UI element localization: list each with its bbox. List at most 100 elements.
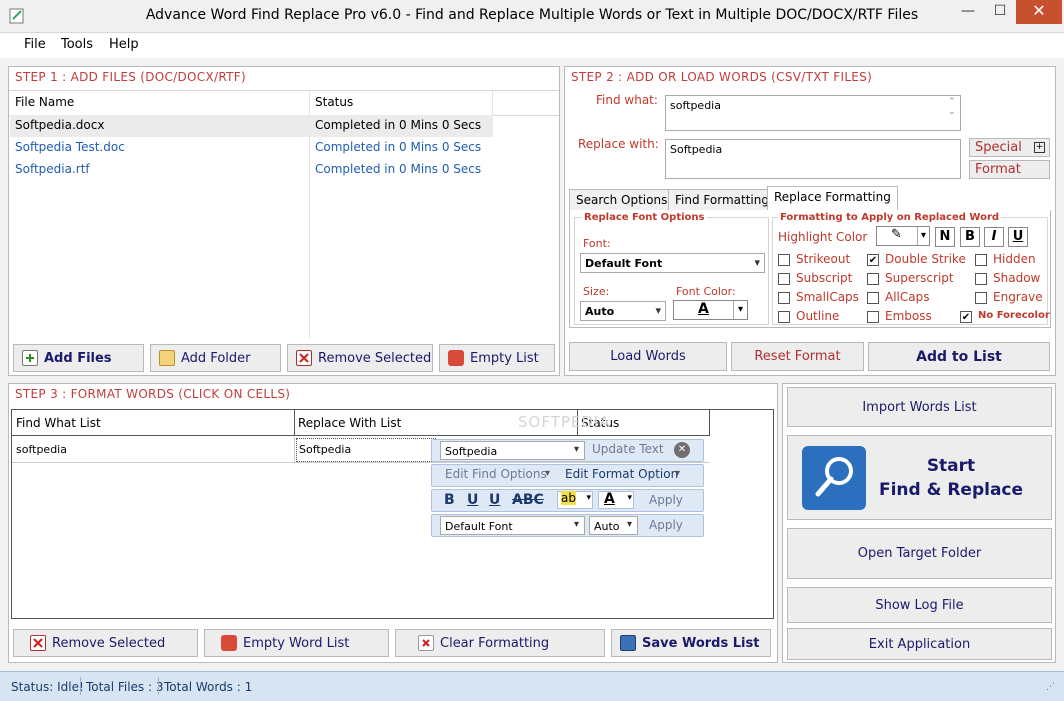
remove-selected-files-button[interactable]: Remove Selected	[287, 344, 433, 372]
empty-list-label: Empty List	[470, 350, 539, 366]
col-replace-with-list[interactable]: Replace With List	[298, 416, 401, 430]
font-color-label: Font Color:	[676, 285, 736, 298]
dropdown-icon[interactable]: ▾	[545, 468, 550, 479]
col-file-name[interactable]: File Name	[15, 95, 74, 109]
add-to-list-button[interactable]: Add to List	[868, 342, 1050, 371]
highlight-picker[interactable]: ✎ ▾	[876, 226, 930, 246]
clear-formatting-button[interactable]: Clear Formatting	[395, 629, 605, 657]
add-folder-button[interactable]: Add Folder	[150, 344, 281, 372]
status-divider	[80, 677, 81, 695]
smallcaps-checkbox[interactable]	[778, 292, 790, 304]
load-words-button[interactable]: Load Words	[569, 342, 727, 371]
editor-font-select[interactable]: Default Font	[440, 516, 585, 535]
tab-replace-formatting[interactable]: Replace Formatting	[767, 186, 898, 211]
strikeout-label: Strikeout	[796, 252, 851, 266]
font-select[interactable]: Default Font	[580, 253, 765, 273]
file-name-cell[interactable]: Softpedia Test.doc	[15, 140, 125, 154]
underline-button[interactable]: U	[1008, 227, 1028, 247]
add-folder-label: Add Folder	[181, 350, 251, 366]
remove-icon	[296, 350, 312, 366]
subscript-checkbox[interactable]	[778, 273, 790, 285]
start-label: Start Find & Replace	[876, 454, 1026, 502]
bold-button[interactable]: B	[960, 227, 980, 247]
editor-underline-button[interactable]: U	[467, 492, 478, 508]
file-status-cell: Completed in 0 Mins 0 Secs	[315, 162, 482, 176]
resize-grip-icon[interactable]: ⋰	[1046, 682, 1055, 692]
file-name-cell[interactable]: Softpedia.rtf	[15, 162, 90, 176]
apply-font-button[interactable]: Apply	[649, 518, 683, 532]
file-name-cell[interactable]: Softpedia.docx	[15, 118, 104, 132]
close-button[interactable]: ✕	[1016, 0, 1062, 24]
cancel-icon[interactable]: ✕	[674, 442, 690, 458]
editor-underline-alt-button[interactable]: U	[489, 492, 500, 508]
reset-format-button[interactable]: Reset Format	[731, 342, 864, 371]
exit-application-button[interactable]: Exit Application	[787, 628, 1052, 660]
replace-with-input[interactable]: Softpedia	[665, 139, 961, 179]
show-log-file-button[interactable]: Show Log File	[787, 587, 1052, 623]
highlight-label: Highlight Color	[778, 230, 868, 244]
hidden-checkbox[interactable]	[975, 254, 987, 266]
word-find-cell[interactable]: softpedia	[16, 443, 67, 456]
start-line1: Start	[926, 455, 976, 476]
status-text: Status: Idle!	[11, 680, 84, 694]
total-files: Total Files : 3	[86, 680, 164, 694]
save-words-list-button[interactable]: Save Words List	[611, 629, 771, 657]
edit-find-options-button[interactable]: Edit Find Options	[445, 467, 547, 481]
shadow-checkbox[interactable]	[975, 273, 987, 285]
font-color-a-icon: A	[698, 301, 709, 317]
strikeout-checkbox[interactable]	[778, 254, 790, 266]
engrave-label: Engrave	[993, 290, 1043, 304]
editor-font-color-picker[interactable]: A ▾	[598, 491, 634, 509]
dropdown-icon: ▾	[627, 493, 632, 503]
emboss-label: Emboss	[885, 309, 932, 323]
outline-checkbox[interactable]	[778, 311, 790, 323]
scroll-arrows[interactable]: ⌃ ⌄	[948, 97, 956, 117]
double-strike-label: Double Strike	[885, 252, 966, 266]
minimize-button[interactable]: —	[954, 0, 982, 24]
format-button[interactable]: Format	[969, 160, 1050, 179]
special-button[interactable]: Special +	[969, 138, 1050, 157]
menu-tools[interactable]: Tools	[61, 37, 93, 52]
add-files-button[interactable]: Add Files	[13, 344, 144, 372]
edit-format-option-button[interactable]: Edit Format Option	[565, 467, 678, 481]
editor-text-input[interactable]: Softpedia	[440, 441, 585, 460]
editor-bold-button[interactable]: B	[444, 492, 455, 508]
dropdown-icon[interactable]: ▾	[627, 519, 632, 530]
find-what-input[interactable]: softpedia	[665, 95, 961, 131]
subscript-label: Subscript	[796, 271, 853, 285]
engrave-checkbox[interactable]	[975, 292, 987, 304]
import-words-list-button[interactable]: Import Words List	[787, 387, 1052, 427]
open-target-folder-button[interactable]: Open Target Folder	[787, 528, 1052, 579]
tab-find-formatting[interactable]: Find Formatting	[668, 189, 776, 211]
empty-list-button[interactable]: Empty List	[439, 344, 555, 372]
emboss-checkbox[interactable]	[867, 311, 879, 323]
superscript-checkbox[interactable]	[867, 273, 879, 285]
start-find-replace-button[interactable]: Start Find & Replace	[787, 435, 1052, 520]
empty-word-list-button[interactable]: Empty Word List	[204, 629, 389, 657]
col-find-what-list[interactable]: Find What List	[16, 416, 101, 430]
editor-highlight-picker[interactable]: ab ▾	[557, 491, 593, 509]
size-select[interactable]: Auto	[580, 301, 666, 321]
apply-format-button[interactable]: Apply	[649, 493, 683, 507]
tab-search-options[interactable]: Search Options	[569, 189, 675, 211]
italic-button[interactable]: I	[984, 227, 1004, 247]
total-words: Total Words : 1	[164, 680, 253, 694]
menu-help[interactable]: Help	[109, 37, 139, 52]
smallcaps-label: SmallCaps	[796, 290, 859, 304]
normal-button[interactable]: N	[935, 227, 955, 247]
menu-file[interactable]: File	[24, 37, 46, 52]
double-strike-checkbox[interactable]	[867, 254, 879, 266]
word-replace-cell[interactable]: Softpedia	[299, 443, 351, 456]
maximize-button[interactable]: ☐	[986, 0, 1014, 24]
dropdown-icon[interactable]: ▾	[574, 519, 579, 530]
no-forecolor-checkbox[interactable]	[960, 311, 972, 323]
remove-selected-words-button[interactable]: Remove Selected	[13, 629, 198, 657]
editor-strike-button[interactable]: ABC	[512, 492, 544, 508]
dropdown-icon[interactable]: ▾	[574, 444, 579, 455]
update-text-button[interactable]: Update Text	[592, 442, 664, 456]
col-status[interactable]: Status	[315, 95, 353, 109]
allcaps-checkbox[interactable]	[867, 292, 879, 304]
highlighter-icon: ab	[561, 491, 576, 505]
dropdown-icon[interactable]: ▾	[675, 468, 680, 479]
font-color-picker[interactable]: A ▾	[673, 300, 748, 320]
